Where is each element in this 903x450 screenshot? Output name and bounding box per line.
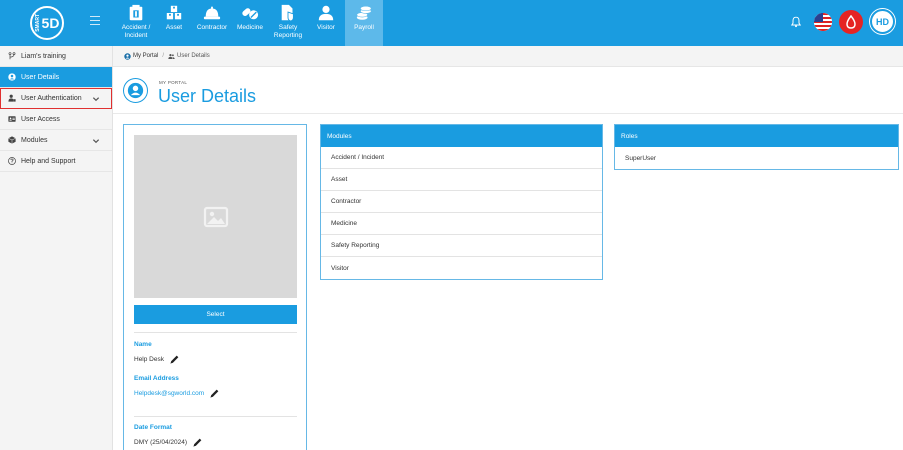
breadcrumb: My Portal / User Details xyxy=(113,46,903,67)
modules-panel: Modules Accident / Incident Asset Contra… xyxy=(320,124,603,280)
modules-panel-header: Modules xyxy=(321,125,602,147)
user-avatar[interactable]: HD xyxy=(870,9,895,34)
logo-area: SMART 5D xyxy=(0,0,113,46)
safety-reporting-icon xyxy=(281,4,294,22)
chevron-down-icon xyxy=(92,97,100,102)
tab-label: Safety Reporting xyxy=(273,24,303,39)
flame-icon xyxy=(846,14,856,29)
tab-accident-incident[interactable]: Accident / Incident xyxy=(117,0,155,46)
us-flag-icon xyxy=(814,12,832,31)
top-bar: SMART 5D Accident / Incident Asset Contr… xyxy=(0,0,903,46)
sidebar-item-liams-training[interactable]: Liam's training xyxy=(0,46,112,67)
contractor-icon xyxy=(203,6,221,20)
sidebar-item-label: Liam's training xyxy=(21,52,66,60)
hamburger-menu-icon[interactable] xyxy=(90,16,100,26)
edit-pencil-icon[interactable] xyxy=(192,437,203,448)
language-selector[interactable] xyxy=(814,12,832,31)
email-label: Email Address xyxy=(134,375,179,382)
divider xyxy=(134,332,297,333)
user-circle-icon xyxy=(8,73,16,81)
sidebar-item-help-and-support[interactable]: Help and Support xyxy=(0,151,112,172)
tab-visitor[interactable]: Visitor xyxy=(307,0,345,46)
sidebar: Liam's training User Details User Authen… xyxy=(0,46,113,450)
tab-label: Payroll xyxy=(354,24,374,31)
user-circle-icon xyxy=(123,78,148,103)
visitor-icon xyxy=(318,5,334,21)
sidebar-item-user-details[interactable]: User Details xyxy=(0,67,112,88)
roles-panel: Roles SuperUser xyxy=(614,124,899,170)
notifications-button[interactable] xyxy=(785,10,807,33)
profile-photo-placeholder xyxy=(134,135,297,298)
name-row: Help Desk xyxy=(134,354,180,365)
sidebar-item-label: User Authentication xyxy=(21,94,82,102)
edit-pencil-icon[interactable] xyxy=(209,388,220,399)
bell-icon xyxy=(790,16,802,27)
avatar-initials: HD xyxy=(876,16,889,27)
logo-small-text: SMART xyxy=(34,14,41,32)
sidebar-item-label: Help and Support xyxy=(21,157,76,165)
tab-label: Medicine xyxy=(236,24,263,31)
role-item: SuperUser xyxy=(625,154,657,162)
select-photo-button[interactable]: Select xyxy=(134,305,297,324)
question-icon xyxy=(8,157,16,165)
date-format-value: DMY (25/04/2024) xyxy=(134,439,187,446)
tab-label: Asset xyxy=(165,24,183,31)
tab-label: Accident / Incident xyxy=(121,24,151,39)
top-right-actions: HD xyxy=(785,9,895,34)
date-format-label: Date Format xyxy=(134,424,172,431)
module-item: Medicine xyxy=(321,213,602,235)
image-placeholder-icon xyxy=(203,206,228,227)
email-value[interactable]: Helpdesk@sgworld.com xyxy=(134,390,204,397)
user-lock-icon xyxy=(8,94,16,102)
sidebar-item-label: User Details xyxy=(21,73,60,81)
roles-panel-header: Roles xyxy=(615,125,898,147)
app-logo[interactable]: SMART 5D xyxy=(30,6,64,40)
email-row: Helpdesk@sgworld.com xyxy=(134,388,220,399)
asset-icon xyxy=(166,5,182,20)
logo-text: 5D xyxy=(41,15,60,31)
tab-label: Contractor xyxy=(196,24,228,31)
name-label: Name xyxy=(134,341,152,348)
module-item: Asset xyxy=(321,169,602,191)
page-subtitle: MY PORTAL xyxy=(159,80,188,85)
sidebar-item-label: Modules xyxy=(21,136,48,144)
page-header: MY PORTAL User Details xyxy=(113,67,903,114)
breadcrumb-current: User Details xyxy=(177,53,210,59)
tab-payroll[interactable]: Payroll xyxy=(345,0,383,46)
module-item: Visitor xyxy=(331,264,349,272)
sidebar-item-label: User Access xyxy=(21,115,60,123)
users-icon xyxy=(168,53,175,59)
divider xyxy=(134,416,297,417)
id-card-icon xyxy=(8,116,16,122)
tab-contractor[interactable]: Contractor xyxy=(193,0,231,46)
profile-card: Select Name Help Desk Email Address Help… xyxy=(123,124,307,450)
name-value: Help Desk xyxy=(134,356,164,363)
module-item: Safety Reporting xyxy=(321,235,602,257)
tab-label: Visitor xyxy=(317,24,335,31)
chevron-down-icon xyxy=(92,139,100,144)
module-item: Contractor xyxy=(321,191,602,213)
payroll-icon xyxy=(356,5,372,20)
cube-icon xyxy=(8,136,16,144)
page-title: User Details xyxy=(158,86,257,106)
accident-icon xyxy=(129,4,143,21)
medicine-icon xyxy=(242,8,259,20)
breadcrumb-separator: / xyxy=(162,53,165,59)
date-format-row: DMY (25/04/2024) xyxy=(134,437,203,448)
module-item: Accident / Incident xyxy=(321,147,602,169)
tab-asset[interactable]: Asset xyxy=(155,0,193,46)
user-circle-icon xyxy=(124,52,131,60)
tab-medicine[interactable]: Medicine xyxy=(231,0,269,46)
sidebar-item-user-access[interactable]: User Access xyxy=(0,109,112,130)
module-tabs: Accident / Incident Asset Contractor Med… xyxy=(117,0,383,46)
sidebar-item-user-authentication[interactable]: User Authentication xyxy=(0,88,112,109)
breadcrumb-my-portal[interactable]: My Portal xyxy=(133,53,158,59)
sidebar-item-modules[interactable]: Modules xyxy=(0,130,112,151)
alert-button[interactable] xyxy=(839,9,863,34)
branch-icon xyxy=(8,52,16,60)
tab-safety-reporting[interactable]: Safety Reporting xyxy=(269,0,307,46)
edit-pencil-icon[interactable] xyxy=(169,354,180,365)
